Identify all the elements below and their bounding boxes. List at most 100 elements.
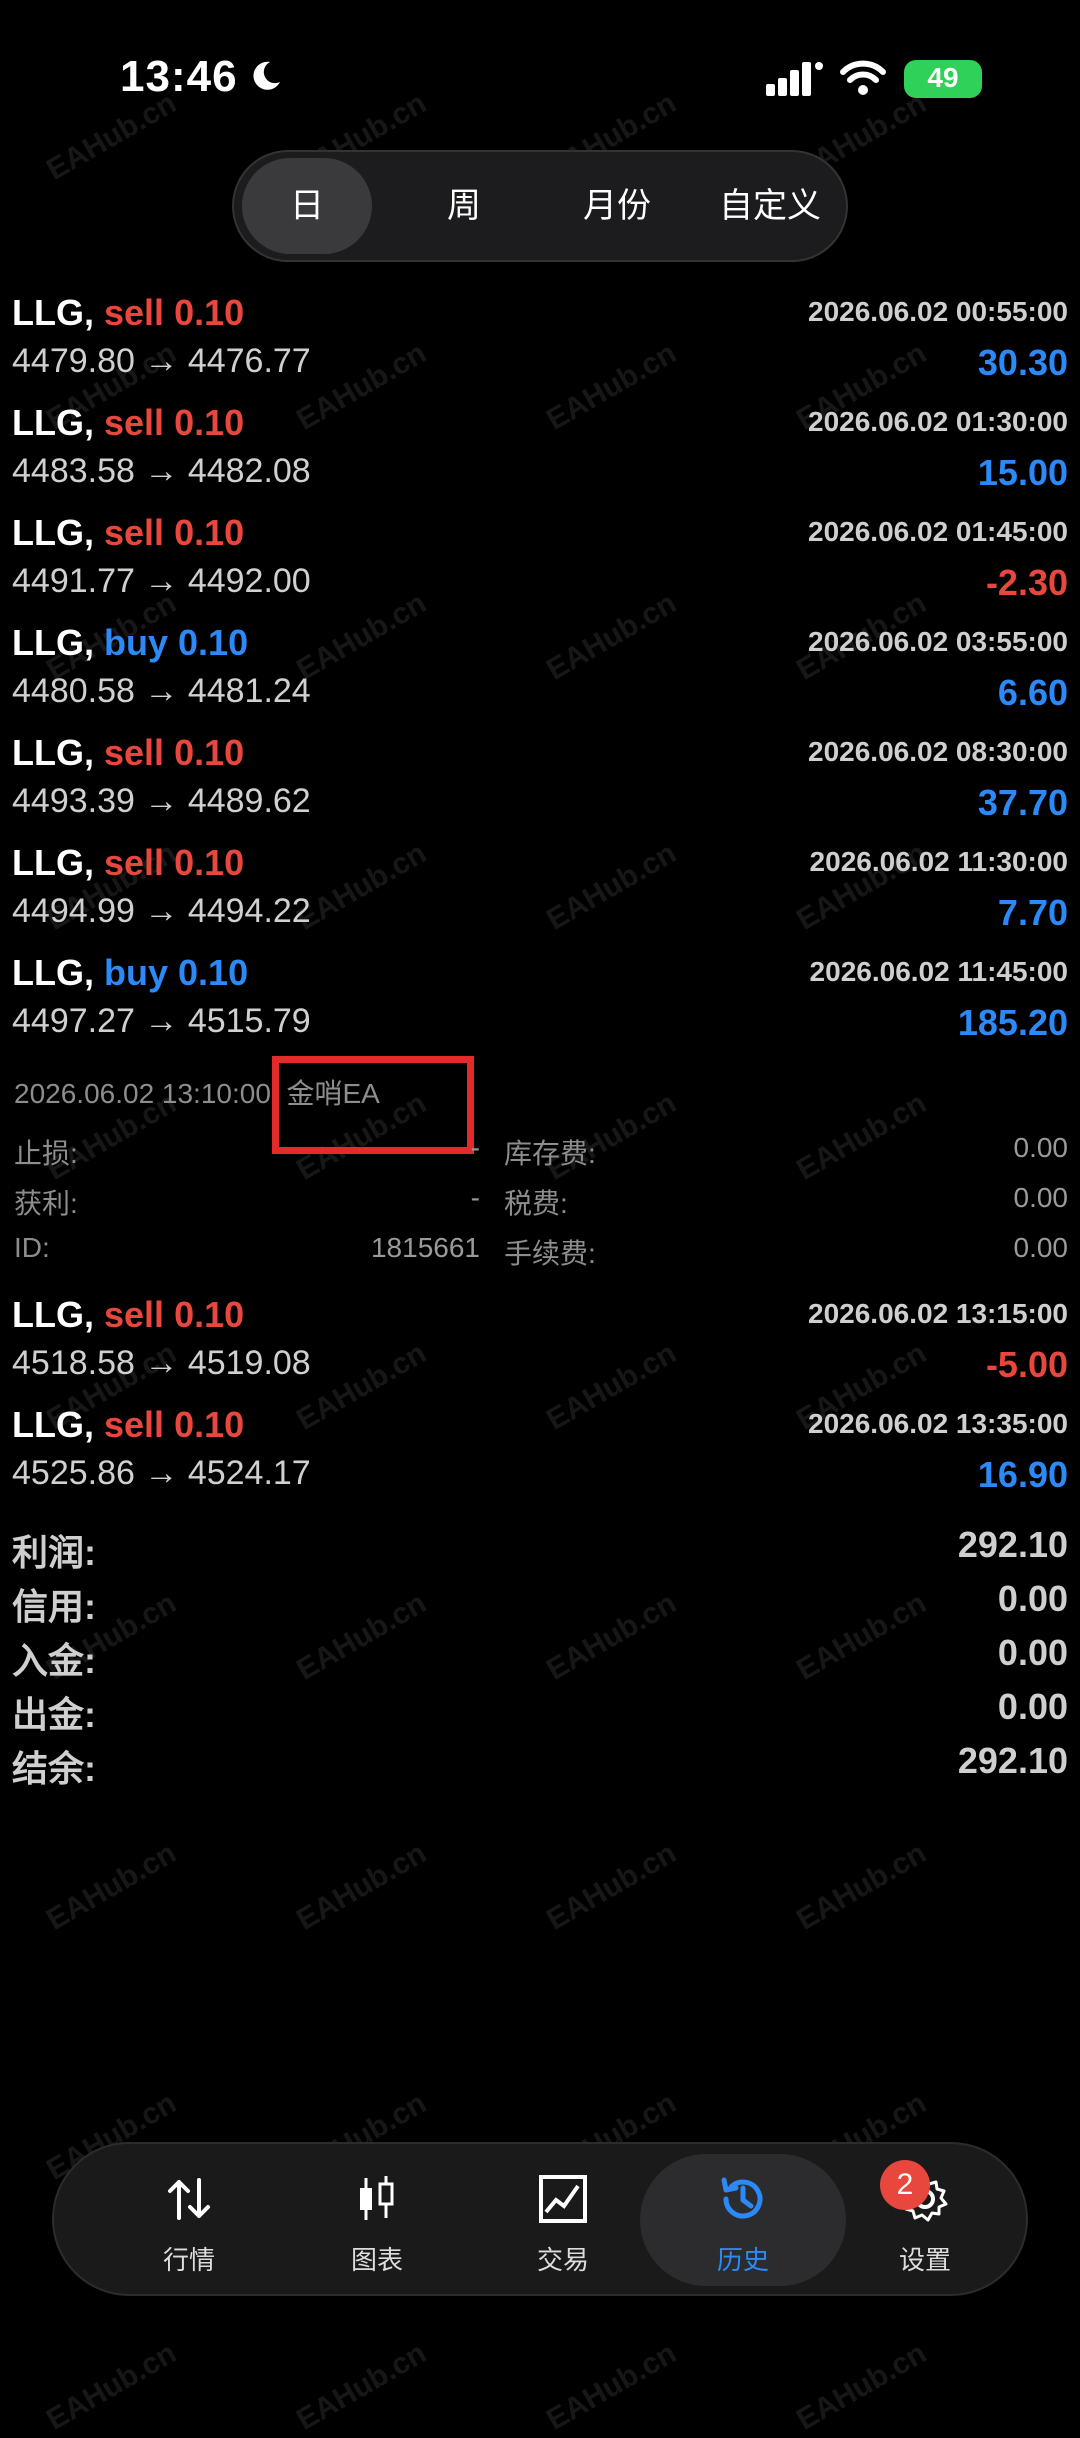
watermark-text: EAHub.cn <box>291 2336 432 2437</box>
open-price: 4518.58 <box>12 1344 135 1382</box>
open-price: 4480.58 <box>12 672 135 710</box>
trade-row[interactable]: LLG, sell 0.10 2026.06.02 00:55:00 4479.80… <box>0 288 1080 398</box>
open-price: 4493.39 <box>12 782 135 820</box>
trade-volume: 0.10 <box>174 512 245 553</box>
trade-prices: 4525.86 → 4524.17 <box>12 1454 311 1493</box>
symbol: LLG, <box>12 512 94 553</box>
chart-line-icon <box>539 2175 587 2223</box>
trade-symbol: LLG, sell 0.10 <box>12 512 244 554</box>
trade-date: 2026.06.02 01:30:00 <box>808 406 1068 437</box>
trade-profit: 185.20 <box>957 1002 1068 1043</box>
trade-prices: 4491.77 → 4492.00 <box>12 562 311 601</box>
open-price: 4479.80 <box>12 342 135 380</box>
period-selector: 日 周 月份 自定义 <box>232 150 848 262</box>
trade-volume: 0.10 <box>174 732 245 773</box>
trade-date: 2026.06.02 03:55:00 <box>808 626 1068 657</box>
trade-row[interactable]: LLG, buy 0.10 2026.06.02 11:45:00 4497.27 … <box>0 948 1080 1058</box>
trade-prices: 4483.58 → 4482.08 <box>12 452 311 491</box>
trade-side: sell <box>104 292 165 333</box>
watermark-text: EAHub.cn <box>41 2336 182 2437</box>
trade-prices: 4493.39 → 4489.62 <box>12 782 311 821</box>
watermark-text: EAHub.cn <box>291 1836 432 1937</box>
arrow: → <box>144 562 179 600</box>
trade-symbol: LLG, sell 0.10 <box>12 1294 244 1336</box>
close-price: 4515.79 <box>187 1002 311 1040</box>
tab-custom[interactable]: 自定义 <box>700 152 840 260</box>
fee-label: 手续费: <box>504 1238 596 1269</box>
tab-history[interactable]: 历史 <box>640 2144 846 2294</box>
watermark-text: EAHub.cn <box>541 2336 682 2437</box>
trade-row[interactable]: LLG, sell 0.10 2026.06.02 01:45:00 4491.77… <box>0 508 1080 618</box>
trade-row[interactable]: LLG, sell 0.10 2026.06.02 08:30:00 4493.39… <box>0 728 1080 838</box>
symbol: LLG, <box>12 622 94 663</box>
tab-settings-label: 设置 <box>898 2245 951 2275</box>
id-value: 1815661 <box>370 1232 480 1263</box>
arrow: → <box>144 452 179 490</box>
trade-symbol: LLG, sell 0.10 <box>12 842 244 884</box>
symbol: LLG, <box>12 842 94 883</box>
symbol: LLG, <box>12 952 94 993</box>
tab-history-label: 历史 <box>716 2245 769 2275</box>
arrow: → <box>144 1454 179 1492</box>
tab-month[interactable]: 月份 <box>552 152 682 260</box>
trade-profit: 6.60 <box>997 672 1068 713</box>
status-bar: 13:46 49 <box>0 0 1080 150</box>
trade-profit: 7.70 <box>997 892 1068 933</box>
trade-symbol: LLG, sell 0.10 <box>12 1404 244 1446</box>
summary-label: 信用: <box>12 1586 96 1627</box>
summary-value: 0.00 <box>997 1632 1068 1673</box>
tab-week[interactable]: 周 <box>404 152 524 260</box>
close-price: 4481.24 <box>187 672 311 710</box>
trade-date: 2026.06.02 00:55:00 <box>808 296 1068 327</box>
signal-icon <box>766 62 823 96</box>
trade-prices: 4480.58 → 4481.24 <box>12 672 311 711</box>
trade-list: LLG, sell 0.10 2026.06.02 00:55:00 4479.80… <box>0 288 1080 1510</box>
trade-detail[interactable]: 2026.06.02 13:10:00, 金哨EA 止损: - 获利: - ID… <box>0 1056 1080 1290</box>
history-clock-icon <box>721 2177 763 2219</box>
stop-loss-label: 止损: <box>14 1138 78 1169</box>
watermark-text: EAHub.cn <box>791 1836 932 1937</box>
summary-row: 出金: 0.00 <box>0 1686 1080 1740</box>
tab-quotes-label: 行情 <box>162 2245 215 2275</box>
trade-profit: 16.90 <box>977 1454 1068 1495</box>
trade-side: sell <box>104 1294 165 1335</box>
tab-trade[interactable]: 交易 <box>468 2144 658 2294</box>
summary-label: 结余: <box>12 1748 96 1789</box>
tax-value: 0.00 <box>1013 1182 1069 1213</box>
close-price: 4482.08 <box>187 452 311 490</box>
trade-row[interactable]: LLG, buy 0.10 2026.06.02 03:55:00 4480.58 … <box>0 618 1080 728</box>
tab-quotes[interactable]: 行情 <box>94 2144 284 2294</box>
tab-settings[interactable]: 设置 <box>830 2144 1020 2294</box>
trade-row[interactable]: LLG, sell 0.10 2026.06.02 11:30:00 4494.99… <box>0 838 1080 948</box>
summary: 利润: 292.10 信用: 0.00 入金: 0.00 出金: 0.00 结余: 292.10 <box>0 1524 1080 1794</box>
open-price: 4494.99 <box>12 892 135 930</box>
trade-side: sell <box>104 402 165 443</box>
symbol: LLG, <box>12 292 94 333</box>
symbol: LLG, <box>12 1404 94 1445</box>
trade-row[interactable]: LLG, sell 0.10 2026.06.02 13:35:00 4525.86… <box>0 1400 1080 1510</box>
trade-side: sell <box>104 512 165 553</box>
trade-row[interactable]: LLG, sell 0.10 2026.06.02 13:15:00 4518.58… <box>0 1290 1080 1400</box>
arrow: → <box>144 342 179 380</box>
open-price: 4525.86 <box>12 1454 135 1492</box>
trade-side: buy <box>104 952 169 993</box>
summary-row: 入金: 0.00 <box>0 1632 1080 1686</box>
fee-value: 0.00 <box>1013 1232 1069 1263</box>
trade-date: 2026.06.02 01:45:00 <box>808 516 1068 547</box>
summary-row: 结余: 292.10 <box>0 1740 1080 1794</box>
close-price: 4476.77 <box>187 342 311 380</box>
trade-profit: -5.00 <box>985 1344 1068 1385</box>
tab-charts[interactable]: 图表 <box>282 2144 472 2294</box>
swap-label: 库存费: <box>504 1138 596 1169</box>
trade-volume: 0.10 <box>178 622 249 663</box>
trade-prices: 4494.99 → 4494.22 <box>12 892 311 931</box>
trade-prices: 4497.27 → 4515.79 <box>12 1002 311 1041</box>
bottom-tab-bar: 行情 图表 交易 历史 设置 <box>52 2142 1028 2296</box>
summary-row: 信用: 0.00 <box>0 1578 1080 1632</box>
trade-volume: 0.10 <box>174 292 245 333</box>
summary-value: 292.10 <box>957 1740 1068 1781</box>
trade-row[interactable]: LLG, sell 0.10 2026.06.02 01:30:00 4483.58… <box>0 398 1080 508</box>
take-profit-value: - <box>470 1182 480 1213</box>
tab-day[interactable]: 日 <box>242 158 372 254</box>
summary-label: 出金: <box>12 1694 96 1735</box>
